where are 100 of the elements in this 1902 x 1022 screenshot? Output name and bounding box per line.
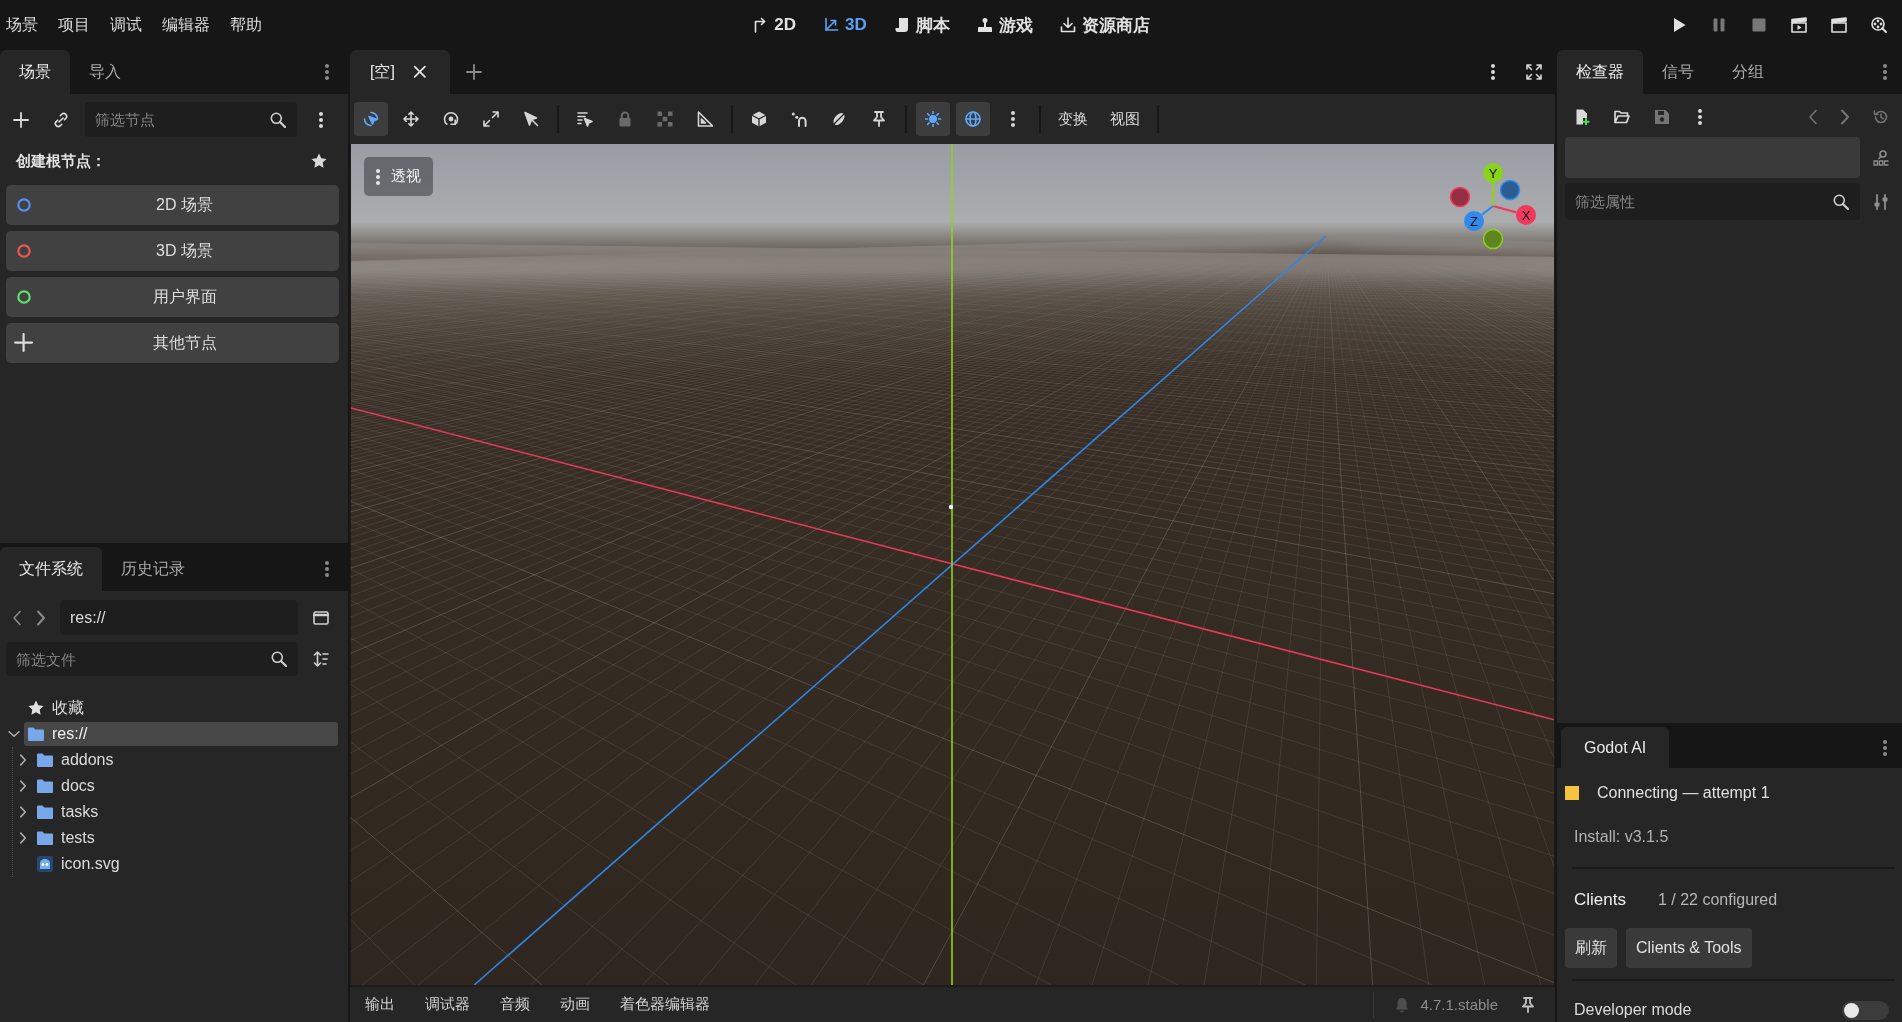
folder-icon xyxy=(37,778,53,794)
menu-button[interactable]: 变换 xyxy=(1050,102,1096,136)
menu-item[interactable]: 帮助 xyxy=(230,14,262,36)
create-node-button[interactable]: 用户界面 xyxy=(6,277,339,317)
chevron-right-icon[interactable] xyxy=(20,780,26,792)
list-cursor-icon xyxy=(577,111,593,127)
close-icon[interactable] xyxy=(412,65,427,79)
bottom-panel-tab[interactable]: 动画 xyxy=(545,987,605,1022)
kebab-menu-icon[interactable] xyxy=(1883,64,1887,80)
file-icon xyxy=(37,856,53,872)
menu-item[interactable]: 项目 xyxy=(58,14,90,36)
workspace-tab[interactable]: 脚本 xyxy=(891,9,952,41)
tree-item[interactable]: tasks xyxy=(33,800,338,824)
bottom-panel-tab[interactable]: 输出 xyxy=(350,987,410,1022)
fullscreen-icon[interactable] xyxy=(1526,64,1542,80)
filter-field[interactable]: 筛选属性 xyxy=(1565,183,1860,220)
plus-icon[interactable] xyxy=(466,64,483,80)
kebab-menu-icon[interactable] xyxy=(1491,64,1495,80)
menu-item[interactable]: 场景 xyxy=(6,14,38,36)
chevron-right-icon[interactable] xyxy=(20,806,26,818)
kebab-menu-icon[interactable] xyxy=(319,111,323,128)
dock-tab[interactable]: Godot AI xyxy=(1561,727,1670,768)
chevron-right-icon[interactable] xyxy=(20,754,26,766)
film-reel-icon[interactable] xyxy=(1871,17,1887,33)
install-version-text: Install: v3.1.5 xyxy=(1574,828,1669,846)
workspace-tab[interactable]: 2D xyxy=(750,9,798,41)
tree-item[interactable]: icon.svg xyxy=(33,852,338,876)
star-icon[interactable] xyxy=(311,153,327,169)
new-file-icon[interactable] xyxy=(1574,109,1590,125)
dock-tab[interactable]: 文件系统 xyxy=(0,547,102,591)
tree-item[interactable]: tests xyxy=(33,826,338,850)
workspace-tab[interactable]: 3D xyxy=(821,9,869,41)
dock-tab[interactable]: 分组 xyxy=(1713,50,1783,94)
dock-tab[interactable]: 场景 xyxy=(0,50,70,94)
kebab-menu-icon[interactable] xyxy=(1883,739,1887,756)
workspace-tab[interactable]: 资源商店 xyxy=(1057,9,1152,41)
path-field[interactable]: res:// xyxy=(60,600,298,635)
axis-handle[interactable]: X xyxy=(1492,204,1536,225)
menu-button[interactable]: 视图 xyxy=(1102,102,1148,136)
scroll-icon xyxy=(893,17,910,33)
negative-axis-handle[interactable] xyxy=(1499,179,1521,201)
chevron-down-icon[interactable] xyxy=(8,731,20,737)
negative-axis-handle[interactable] xyxy=(1449,186,1471,208)
workspace-tab[interactable]: 游戏 xyxy=(974,9,1035,41)
center-dot-icon xyxy=(948,504,954,510)
tree-item[interactable]: 收藏 xyxy=(24,696,338,720)
kebab-menu-icon xyxy=(1011,111,1015,127)
pin-icon[interactable] xyxy=(1520,996,1536,1013)
search-icon xyxy=(271,651,287,667)
sliders-icon[interactable] xyxy=(1873,193,1889,210)
cursor-arrows-button[interactable] xyxy=(354,102,388,136)
folder-icon xyxy=(37,830,53,846)
bottom-panel-tab[interactable]: 着色器编辑器 xyxy=(605,987,725,1022)
dock-tab[interactable]: 检查器 xyxy=(1557,50,1643,94)
filter-field[interactable]: 筛选节点 xyxy=(85,102,297,137)
doc-search-icon[interactable] xyxy=(1873,149,1889,166)
bottom-panel-tab[interactable]: 调试器 xyxy=(410,987,485,1022)
menu-item[interactable]: 调试 xyxy=(110,14,142,36)
clapperboard-play-icon[interactable] xyxy=(1791,17,1807,33)
dock-tab[interactable]: 信号 xyxy=(1643,50,1713,94)
scale-icon xyxy=(483,111,499,127)
scene-tab[interactable]: [空] xyxy=(350,50,451,94)
sort-icon[interactable] xyxy=(313,651,329,667)
move-icon xyxy=(403,111,419,127)
dock-tab[interactable]: 导入 xyxy=(70,50,140,94)
snap-icon xyxy=(791,111,807,127)
grouped-squares-icon xyxy=(657,111,673,127)
kebab-menu-icon[interactable] xyxy=(325,64,329,80)
action-button[interactable]: Clients & Tools xyxy=(1626,928,1752,968)
action-button[interactable]: 刷新 xyxy=(1565,928,1617,968)
window-icon[interactable] xyxy=(313,609,329,626)
kebab-menu-icon[interactable] xyxy=(325,561,329,577)
kebab-menu-icon[interactable] xyxy=(1698,109,1702,125)
chevron-left-icon[interactable] xyxy=(13,609,21,626)
globe-button[interactable] xyxy=(956,102,990,136)
filter-field[interactable]: 筛选文件 xyxy=(6,642,298,676)
menu-item[interactable]: 编辑器 xyxy=(162,14,210,36)
chevron-right-icon[interactable] xyxy=(37,609,45,626)
section-title: 创建根节点： xyxy=(16,151,106,171)
link-icon[interactable] xyxy=(53,111,69,128)
clapperboard-icon[interactable] xyxy=(1831,17,1847,33)
negative-axis-handle[interactable] xyxy=(1482,228,1504,250)
play-icon[interactable] xyxy=(1671,17,1687,33)
plus-icon xyxy=(14,333,34,353)
dock-tab[interactable]: 历史记录 xyxy=(102,547,204,591)
chevron-right-icon[interactable] xyxy=(20,832,26,844)
sun-button[interactable] xyxy=(916,102,950,136)
tree-item[interactable]: addons xyxy=(33,748,338,772)
tree-item[interactable]: docs xyxy=(33,774,338,798)
folder-icon[interactable] xyxy=(1614,109,1630,125)
axis-handle[interactable]: Y xyxy=(1483,163,1503,206)
lock-icon xyxy=(617,111,633,127)
toggle-switch[interactable] xyxy=(1842,1000,1889,1020)
bottom-panel-tab[interactable]: 音频 xyxy=(485,987,545,1022)
create-node-button[interactable]: 2D 场景 xyxy=(6,185,339,225)
create-node-button[interactable]: 其他节点 xyxy=(6,323,339,363)
tree-item[interactable]: res:// xyxy=(24,722,338,746)
view-menu-button[interactable]: 透视 xyxy=(364,157,433,196)
create-node-button[interactable]: 3D 场景 xyxy=(6,231,339,271)
cursor-arrows-icon xyxy=(363,111,379,127)
